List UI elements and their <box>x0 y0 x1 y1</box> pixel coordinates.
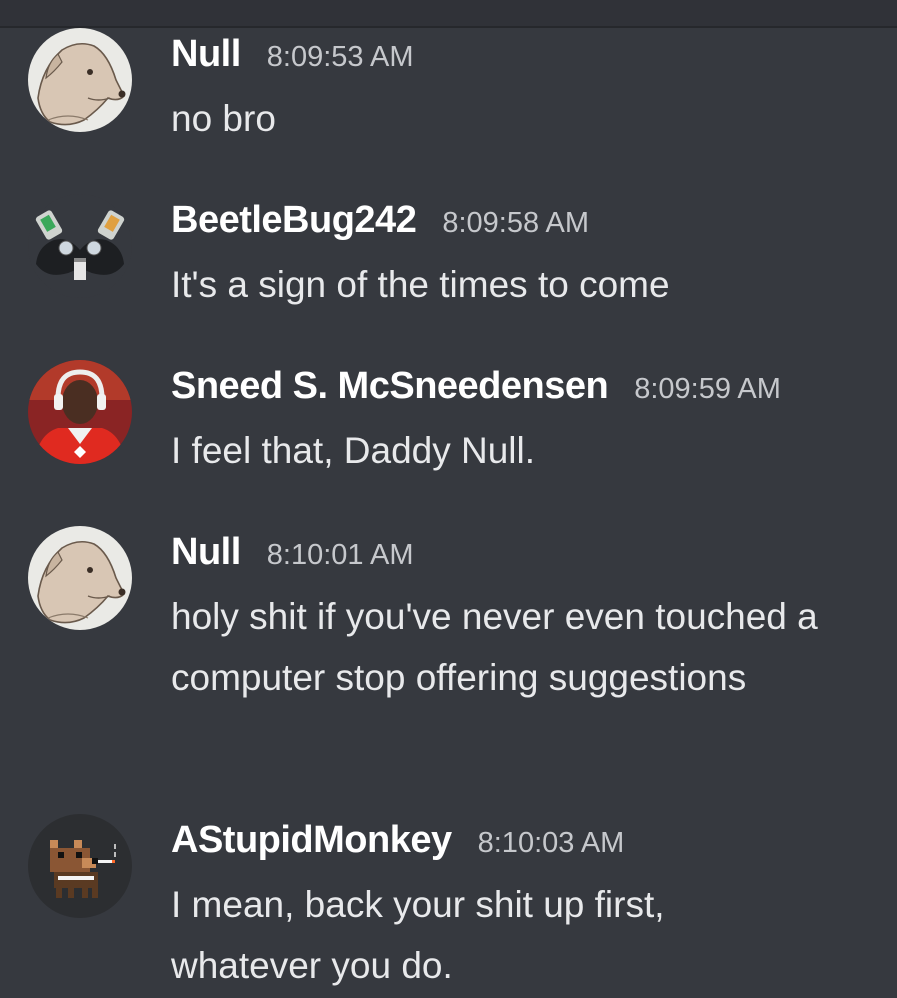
message-text: no bro <box>171 98 276 139</box>
timestamp: 8:09:59 AM <box>634 373 781 405</box>
message-text: I mean, back your shit up first, whateve… <box>171 884 665 986</box>
dog-sketch-icon <box>28 28 132 132</box>
message-text: holy shit if you've never even touched a… <box>171 596 818 698</box>
username[interactable]: Null <box>171 531 241 573</box>
dog-sketch-icon <box>28 526 132 630</box>
username[interactable]: AStupidMonkey <box>171 819 452 861</box>
message-list[interactable]: Null 8:09:53 AM no bro BeetleBug242 8:09:5… <box>0 28 897 998</box>
timestamp: 8:09:58 AM <box>442 207 590 239</box>
message-header: Sneed S. McSneedensen 8:09:59 AM <box>171 360 781 412</box>
message-text: It's a sign of the times to come <box>171 264 670 305</box>
message-header: Null 8:10:01 AM <box>171 526 414 578</box>
timestamp: 8:09:53 AM <box>266 41 414 73</box>
beetle-robot-avatar[interactable] <box>28 194 132 298</box>
timestamp: 8:10:01 AM <box>266 539 414 571</box>
username[interactable]: Null <box>171 33 241 75</box>
football-player-avatar[interactable] <box>28 360 132 464</box>
football-player-icon <box>28 360 132 464</box>
username[interactable]: Sneed S. McSneedensen <box>171 365 609 407</box>
message-text: I feel that, Daddy Null. <box>171 430 536 471</box>
dog-sketch-avatar[interactable] <box>28 28 132 132</box>
username[interactable]: BeetleBug242 <box>171 199 417 241</box>
pixel-dog-avatar[interactable] <box>28 814 132 918</box>
pixel-dog-icon <box>28 814 132 918</box>
beetle-robot-icon <box>28 194 132 298</box>
message-header: BeetleBug242 8:09:58 AM <box>171 194 589 246</box>
timestamp: 8:10:03 AM <box>477 827 625 859</box>
message-header: Null 8:09:53 AM <box>171 28 414 80</box>
message-header: AStupidMonkey 8:10:03 AM <box>171 814 624 866</box>
dog-sketch-avatar[interactable] <box>28 526 132 630</box>
top-bar <box>0 0 897 28</box>
